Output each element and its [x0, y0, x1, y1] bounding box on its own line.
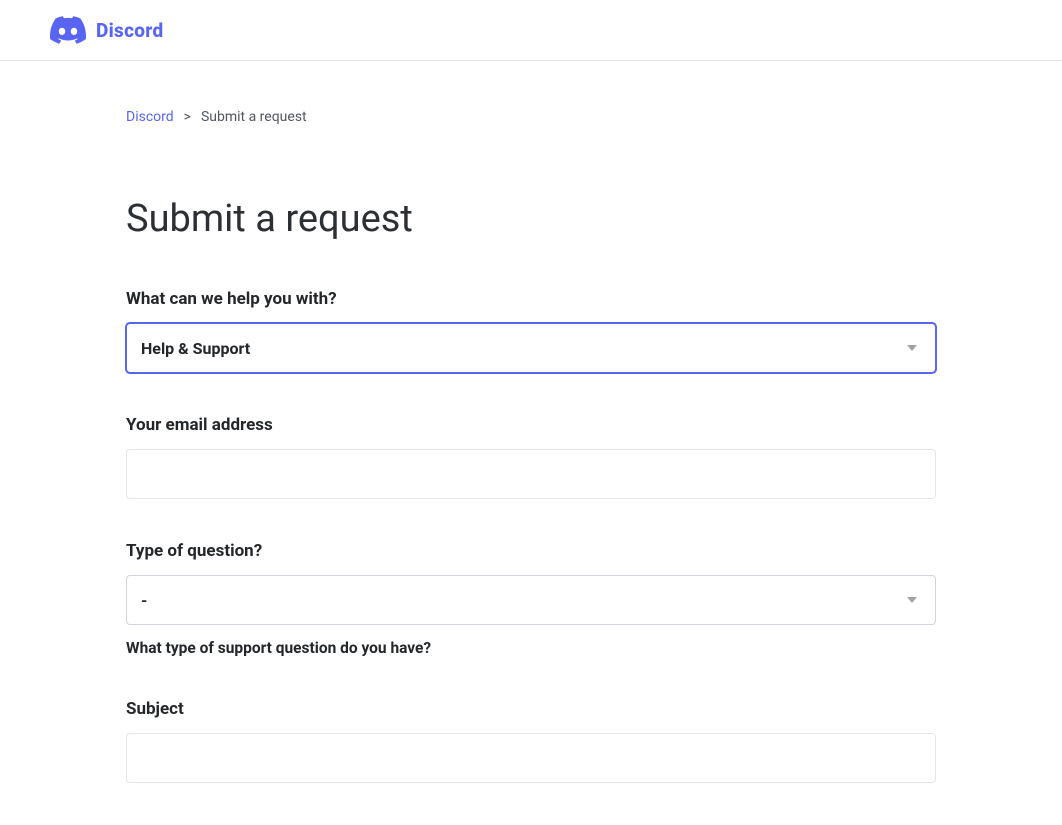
form-group-question-type: Type of question? - What type of support…	[126, 541, 936, 657]
label-email: Your email address	[126, 415, 936, 435]
chevron-down-icon	[907, 597, 917, 603]
breadcrumb: Discord > Submit a request	[126, 61, 936, 125]
select-question-type-value: -	[141, 591, 147, 610]
select-question-type[interactable]: -	[126, 575, 936, 625]
label-question-type: Type of question?	[126, 541, 936, 561]
select-help-with[interactable]: Help & Support	[126, 323, 936, 373]
header: Discord	[0, 0, 1062, 61]
select-help-with-value: Help & Support	[141, 339, 250, 358]
breadcrumb-separator: >	[184, 109, 191, 125]
logo-text: Discord	[96, 19, 164, 42]
form-group-subject: Subject	[126, 699, 936, 783]
main-container: Discord > Submit a request Submit a requ…	[76, 61, 986, 783]
email-field[interactable]	[126, 449, 936, 499]
subject-field[interactable]	[126, 733, 936, 783]
breadcrumb-current: Submit a request	[201, 109, 307, 125]
page-title: Submit a request	[126, 197, 936, 241]
breadcrumb-link-home[interactable]: Discord	[126, 109, 174, 125]
form-group-email: Your email address	[126, 415, 936, 499]
discord-logo-icon	[50, 16, 86, 44]
label-subject: Subject	[126, 699, 936, 719]
form-group-help-with: What can we help you with? Help & Suppor…	[126, 289, 936, 373]
logo[interactable]: Discord	[50, 16, 164, 44]
hint-question-type: What type of support question do you hav…	[126, 639, 936, 657]
chevron-down-icon	[907, 345, 917, 351]
label-help-with: What can we help you with?	[126, 289, 936, 309]
